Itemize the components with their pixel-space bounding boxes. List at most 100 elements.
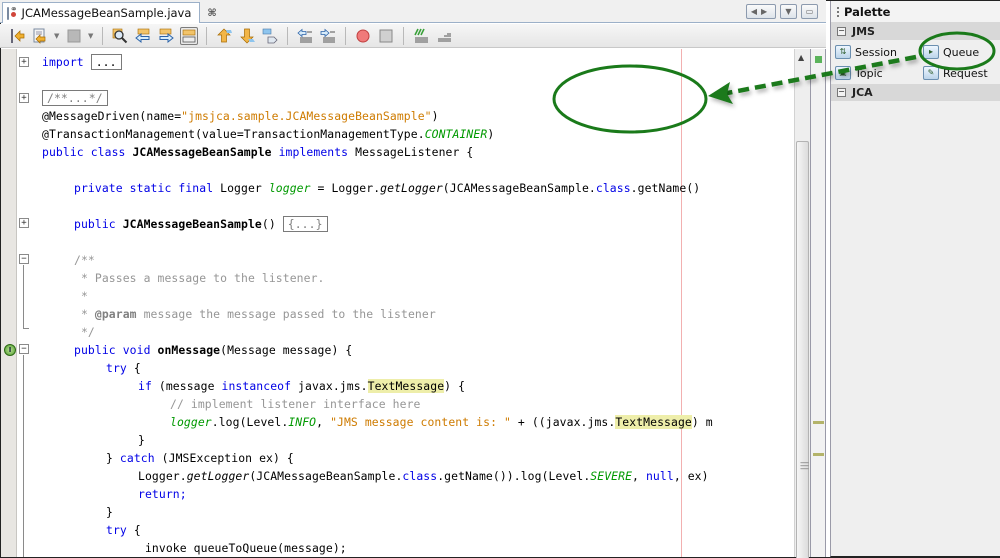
code-line-logger-field: private static final Logger logger = Log… bbox=[74, 179, 700, 197]
code-line-catch: } catch (JMSException ex) { bbox=[106, 449, 294, 467]
expand-fold-icon[interactable]: + bbox=[19, 218, 29, 228]
request-icon: ✎ bbox=[923, 66, 939, 80]
code-line-message-driven: @MessageDriven(name="jmsjca.sample.JCAMe… bbox=[42, 107, 439, 125]
code-text: ) m bbox=[691, 415, 713, 429]
forward-icon bbox=[67, 29, 81, 42]
fold-guide bbox=[23, 355, 24, 557]
forward-dropdown-icon[interactable]: ▼ bbox=[88, 32, 94, 40]
scroll-tabs-button[interactable]: ◀▶ bbox=[746, 4, 776, 19]
static-method: getLogger bbox=[380, 181, 443, 195]
occurrence-mark[interactable] bbox=[813, 453, 824, 456]
keyword: private static final bbox=[74, 181, 221, 195]
find-next-button[interactable] bbox=[157, 27, 175, 45]
occurrence-mark[interactable] bbox=[813, 421, 824, 424]
uncomment-icon bbox=[438, 33, 451, 41]
forward-button[interactable] bbox=[65, 27, 83, 45]
code-line-return: return; bbox=[138, 487, 187, 501]
toggle-highlight-search-button[interactable] bbox=[180, 26, 198, 45]
editor-tab-strip: ⚭ JCAMessageBeanSample.java ⌘ ◀▶ ▼ ▭ bbox=[0, 0, 826, 23]
constant: CONTAINER bbox=[424, 127, 488, 141]
scrollbar-thumb[interactable]: — — — bbox=[796, 141, 809, 558]
next-bookmark-icon bbox=[240, 28, 255, 43]
comment-icon bbox=[414, 28, 428, 42]
shift-right-button[interactable] bbox=[319, 27, 337, 45]
code-text: ) bbox=[431, 109, 439, 123]
keyword: public bbox=[74, 217, 123, 231]
code-text: .getName() bbox=[630, 181, 701, 195]
maximize-window-button[interactable]: ▭ bbox=[801, 4, 818, 19]
error-stripe[interactable] bbox=[810, 49, 826, 557]
keyword: public class bbox=[42, 145, 133, 159]
annotation: @TransactionManagement(value=Transaction… bbox=[42, 127, 425, 141]
palette-item-session[interactable]: ⇅ Session bbox=[835, 43, 923, 61]
palette-item-request[interactable]: ✎ Request bbox=[923, 64, 1000, 82]
code-text: MessageListener { bbox=[355, 145, 474, 159]
scroll-up-arrow-icon[interactable]: ▲ bbox=[798, 53, 804, 62]
code-text: Logger. bbox=[138, 469, 187, 483]
code-editor[interactable]: + + + − − I import ... /**...*/ @Message… bbox=[1, 49, 809, 557]
next-bookmark-button[interactable] bbox=[238, 27, 256, 45]
method-name: onMessage bbox=[157, 343, 221, 357]
last-edit-button[interactable] bbox=[8, 27, 26, 45]
start-macro-button[interactable] bbox=[354, 27, 372, 45]
find-selection-button[interactable] bbox=[111, 27, 129, 45]
code-line-class-decl: public class JCAMessageBeanSample implem… bbox=[42, 143, 473, 161]
code-line-import: import ... bbox=[42, 53, 122, 71]
collapse-fold-icon[interactable]: − bbox=[19, 344, 29, 354]
no-errors-indicator-icon[interactable] bbox=[815, 56, 822, 63]
toggle-bookmark-button[interactable] bbox=[261, 27, 279, 45]
palette-category-jca[interactable]: − JCA bbox=[831, 84, 1000, 101]
uncomment-button[interactable] bbox=[435, 27, 453, 45]
collapse-fold-icon[interactable]: − bbox=[19, 254, 29, 264]
palette-panel: Palette − JMS ⇅ Session ▸ Queue ▣ Topic … bbox=[830, 1, 1000, 557]
collapse-category-icon[interactable]: − bbox=[837, 88, 846, 97]
comment-text: message the message passed to the listen… bbox=[136, 307, 436, 321]
code-text: .log(Level. bbox=[211, 415, 289, 429]
topic-icon: ▣ bbox=[835, 66, 851, 80]
find-previous-icon bbox=[135, 28, 150, 43]
code-text: + ((javax.jms. bbox=[510, 415, 616, 429]
highlight-icon bbox=[182, 29, 196, 42]
editor-vertical-scrollbar[interactable]: ▲ — — — bbox=[794, 49, 810, 558]
code-line-doc-1: * Passes a message to the listener. bbox=[74, 271, 325, 285]
static-method: getLogger bbox=[186, 469, 250, 483]
highlighted-occurrence: TextMessage bbox=[615, 415, 692, 429]
code-text: (Message message) { bbox=[220, 343, 353, 357]
shift-left-icon bbox=[297, 28, 312, 42]
fold-guide bbox=[23, 265, 24, 328]
back-dropdown-icon[interactable]: ▼ bbox=[54, 32, 60, 40]
glyph-gutter[interactable] bbox=[1, 49, 17, 557]
constructor-fold-box[interactable]: {...} bbox=[282, 216, 328, 232]
shift-left-button[interactable] bbox=[296, 27, 314, 45]
code-text: ) { bbox=[444, 379, 466, 393]
stop-macro-button[interactable] bbox=[377, 27, 395, 45]
code-text: .getName()).log(Level. bbox=[437, 469, 591, 483]
toggle-bookmark-icon bbox=[262, 28, 278, 43]
previous-bookmark-button[interactable] bbox=[215, 27, 233, 45]
toolbar-separator bbox=[287, 26, 288, 45]
comment-button[interactable] bbox=[412, 27, 430, 45]
expand-fold-icon[interactable]: + bbox=[19, 93, 29, 103]
constant: SEVERE bbox=[590, 469, 633, 483]
code-line-transaction-mgmt: @TransactionManagement(value=Transaction… bbox=[42, 125, 494, 143]
palette-item-topic[interactable]: ▣ Topic bbox=[835, 64, 923, 82]
back-button[interactable] bbox=[31, 27, 49, 45]
editor-tab-title: JCAMessageBeanSample.java bbox=[21, 6, 192, 20]
palette-category-jms[interactable]: − JMS bbox=[831, 23, 1000, 40]
palette-item-queue[interactable]: ▸ Queue bbox=[923, 43, 1000, 61]
import-fold-box[interactable]: ... bbox=[90, 54, 122, 70]
find-previous-button[interactable] bbox=[134, 27, 152, 45]
show-opened-documents-button[interactable]: ▼ bbox=[780, 4, 797, 19]
code-text: , bbox=[316, 415, 331, 429]
stop-icon bbox=[379, 29, 393, 42]
code-line-close-catch: } bbox=[106, 505, 113, 519]
collapse-category-icon[interactable]: − bbox=[837, 27, 846, 36]
implements-method-icon[interactable]: I bbox=[4, 344, 16, 356]
editor-tab[interactable]: ⚭ JCAMessageBeanSample.java ⌘ bbox=[2, 2, 217, 23]
keyword: instanceof bbox=[221, 379, 292, 393]
toolbar-separator bbox=[206, 26, 207, 45]
close-tab-icon[interactable]: ⌘ bbox=[207, 8, 216, 19]
javadoc-fold-box[interactable]: /**...*/ bbox=[42, 90, 108, 106]
expand-fold-icon[interactable]: + bbox=[19, 57, 29, 67]
last-edit-icon bbox=[11, 28, 25, 43]
